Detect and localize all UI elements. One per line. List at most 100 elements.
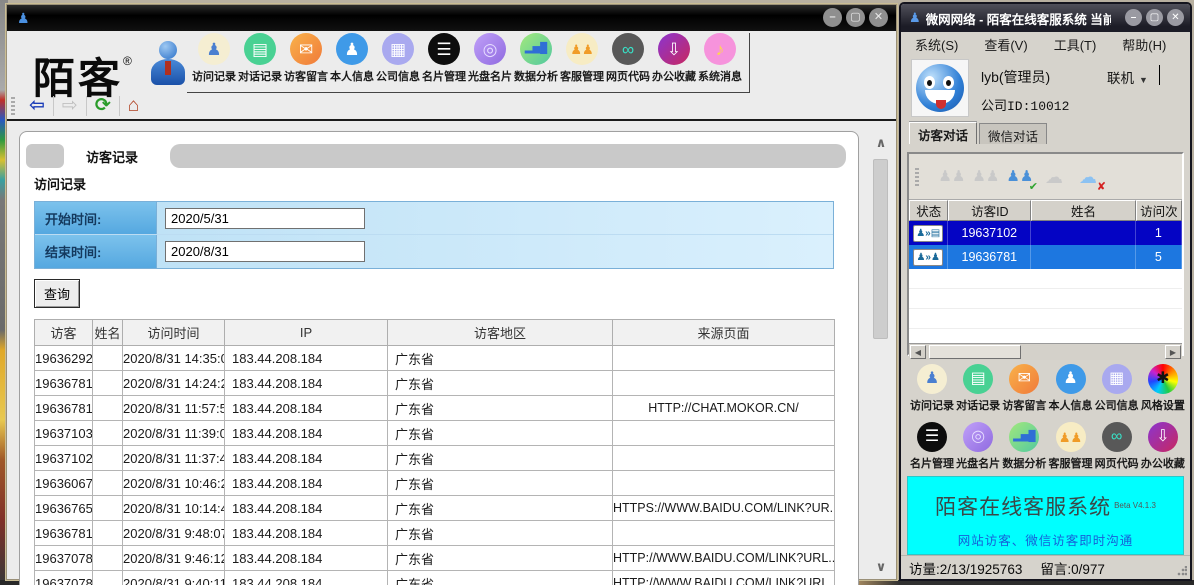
service-management-icon: ♟♟ (1056, 422, 1086, 452)
visit-records[interactable]: ♟访问记录 (909, 364, 955, 414)
end-date-input[interactable] (165, 241, 365, 262)
minimize-button[interactable]: – (823, 8, 842, 27)
col-time[interactable]: 访问时间 (123, 320, 225, 346)
start-date-input[interactable] (165, 208, 365, 229)
visitor-messages[interactable]: ✉访客留言 (283, 33, 329, 90)
col-source[interactable]: 来源页面 (613, 320, 835, 346)
table-header-row: 访客 姓名 访问时间 IP 访客地区 来源页面 (35, 320, 835, 346)
table-row[interactable]: 196367812020/8/31 11:57:57183.44.208.184… (35, 396, 835, 421)
my-info[interactable]: ♟本人信息 (329, 33, 375, 90)
chat-records[interactable]: ▤对话记录 (955, 364, 1001, 414)
maximize-button[interactable]: ▢ (1146, 9, 1163, 26)
cell-region: 广东省 (388, 496, 613, 521)
web-code[interactable]: ∞网页代码 (1094, 422, 1140, 472)
web-code[interactable]: ∞网页代码 (605, 33, 651, 90)
vertical-scrollbar[interactable]: ∧ ∨ (870, 133, 892, 577)
close-chat[interactable]: ☁✘ (1071, 162, 1105, 192)
forward-button[interactable]: ⇨ (54, 95, 86, 117)
data-analysis[interactable]: ▂▅█数据分析 (513, 33, 559, 90)
home-button[interactable]: ⌂ (120, 95, 147, 117)
scrollbar-thumb[interactable] (929, 345, 1021, 359)
end-chat[interactable]: ☁ (1037, 162, 1071, 192)
cell-name (93, 421, 123, 446)
office-favorites[interactable]: ⇩办公收藏 (651, 33, 697, 90)
refresh-button[interactable]: ⟳ (87, 95, 119, 117)
card-management[interactable]: ☰名片管理 (421, 33, 467, 90)
tab-wechat-chat[interactable]: 微信对话 (979, 123, 1047, 144)
col-name[interactable]: 姓名 (93, 320, 123, 346)
menu-help[interactable]: 帮助(H) (1122, 35, 1166, 54)
col-visitor-id[interactable]: 访客ID (948, 200, 1031, 221)
col-name[interactable]: 姓名 (1031, 200, 1135, 221)
status-dropdown[interactable]: 联机▼ (1107, 67, 1148, 87)
table-row[interactable]: 196362922020/8/31 14:35:01183.44.208.184… (35, 346, 835, 371)
tab-visitor-chat[interactable]: 访客对话 (909, 122, 977, 144)
chat-records[interactable]: ▤对话记录 (237, 33, 283, 90)
resize-grip[interactable] (1177, 566, 1187, 576)
console-titlebar[interactable]: ♟ 微网网络 - 陌客在线客服系统 当前位... – ▢ ✕ (901, 4, 1190, 32)
service-management[interactable]: ♟♟客服管理 (1048, 422, 1094, 472)
table-row[interactable]: 196370782020/8/31 9:40:11183.44.208.184广… (35, 571, 835, 585)
cell-ip: 183.44.208.184 (225, 496, 388, 521)
visitor-id: 19637102 (948, 221, 1031, 245)
office-favorites[interactable]: ⇩办公收藏 (1140, 422, 1186, 472)
back-button[interactable]: ⇦ (21, 95, 53, 117)
maximize-button[interactable]: ▢ (846, 8, 865, 27)
disc-card[interactable]: ◎光盘名片 (467, 33, 513, 90)
my-info[interactable]: ♟本人信息 (1048, 364, 1094, 414)
scroll-up-icon[interactable]: ∧ (873, 135, 889, 151)
cell-source: HTTPS://WWW.BAIDU.COM/LINK?UR.. (613, 496, 835, 521)
visit-records[interactable]: ♟访问记录 (191, 33, 237, 90)
style-settings[interactable]: ✱风格设置 (1140, 364, 1186, 414)
disc-card-icon: ◎ (474, 33, 506, 65)
col-visitor[interactable]: 访客 (35, 320, 93, 346)
transfer-visitor[interactable]: ♟♟ (969, 162, 1003, 192)
data-analysis[interactable]: ▂▅█数据分析 (1001, 422, 1047, 472)
scrollbar-thumb[interactable] (873, 159, 888, 339)
end-chat-icon: ☁ (1037, 162, 1071, 192)
icon-label: 对话记录 (238, 68, 282, 84)
product-banner: 陌客在线客服系统Beta V4.1.3 网站访客、微信访客即时沟通 (907, 476, 1184, 555)
table-row[interactable]: 196371022020/8/31 11:37:45183.44.208.184… (35, 446, 835, 471)
query-button[interactable]: 查询 (34, 279, 80, 308)
close-button[interactable]: ✕ (869, 8, 888, 27)
minimize-button[interactable]: – (1125, 9, 1142, 26)
scroll-left-icon[interactable]: ◀ (910, 345, 926, 359)
menu-system[interactable]: 系统(S) (915, 35, 958, 54)
cell-time: 2020/8/31 9:48:07 (123, 521, 225, 546)
col-status[interactable]: 状态 (909, 200, 948, 221)
close-button[interactable]: ✕ (1167, 9, 1184, 26)
card-management[interactable]: ☰名片管理 (909, 422, 955, 472)
invite-visitor[interactable]: ♟♟ (935, 162, 969, 192)
company-info[interactable]: ▦公司信息 (1094, 364, 1140, 414)
visitor-messages[interactable]: ✉访客留言 (1001, 364, 1047, 414)
scroll-right-icon[interactable]: ▶ (1165, 345, 1181, 359)
tab-cap (26, 144, 64, 168)
company-info[interactable]: ▦公司信息 (375, 33, 421, 90)
table-row[interactable]: 196370782020/8/31 9:46:12183.44.208.184广… (35, 546, 835, 571)
disc-card[interactable]: ◎光盘名片 (955, 422, 1001, 472)
visitor-row[interactable]: ♟»♟ 19636781 5 (909, 245, 1182, 269)
table-row[interactable]: 196367812020/8/31 9:48:07183.44.208.184广… (35, 521, 835, 546)
table-row[interactable]: 196360672020/8/31 10:46:24183.44.208.184… (35, 471, 835, 496)
table-row[interactable]: 196371032020/8/31 11:39:08183.44.208.184… (35, 421, 835, 446)
menu-view[interactable]: 查看(V) (984, 35, 1027, 54)
visitor-list-empty[interactable] (909, 269, 1182, 343)
table-row[interactable]: 196367812020/8/31 14:24:24183.44.208.184… (35, 371, 835, 396)
horizontal-scrollbar[interactable]: ◀ ▶ (909, 343, 1182, 360)
table-row[interactable]: 196367652020/8/31 10:14:47183.44.208.184… (35, 496, 835, 521)
cell-ip: 183.44.208.184 (225, 521, 388, 546)
col-ip[interactable]: IP (225, 320, 388, 346)
menu-tools[interactable]: 工具(T) (1054, 35, 1097, 54)
col-visit-count[interactable]: 访问次 (1136, 200, 1182, 221)
col-region[interactable]: 访客地区 (388, 320, 613, 346)
visitor-row[interactable]: ♟»▤ 19637102 1 (909, 221, 1182, 245)
system-messages[interactable]: ♪系统消息 (697, 33, 743, 90)
scroll-down-icon[interactable]: ∨ (873, 559, 889, 575)
cell-name (93, 496, 123, 521)
service-management[interactable]: ♟♟客服管理 (559, 33, 605, 90)
cell-visitor: 19637078 (35, 571, 93, 585)
cell-region: 广东省 (388, 521, 613, 546)
main-titlebar[interactable]: ♟ – ▢ ✕ (7, 5, 896, 31)
accept-chat[interactable]: ♟♟✔ (1003, 162, 1037, 192)
